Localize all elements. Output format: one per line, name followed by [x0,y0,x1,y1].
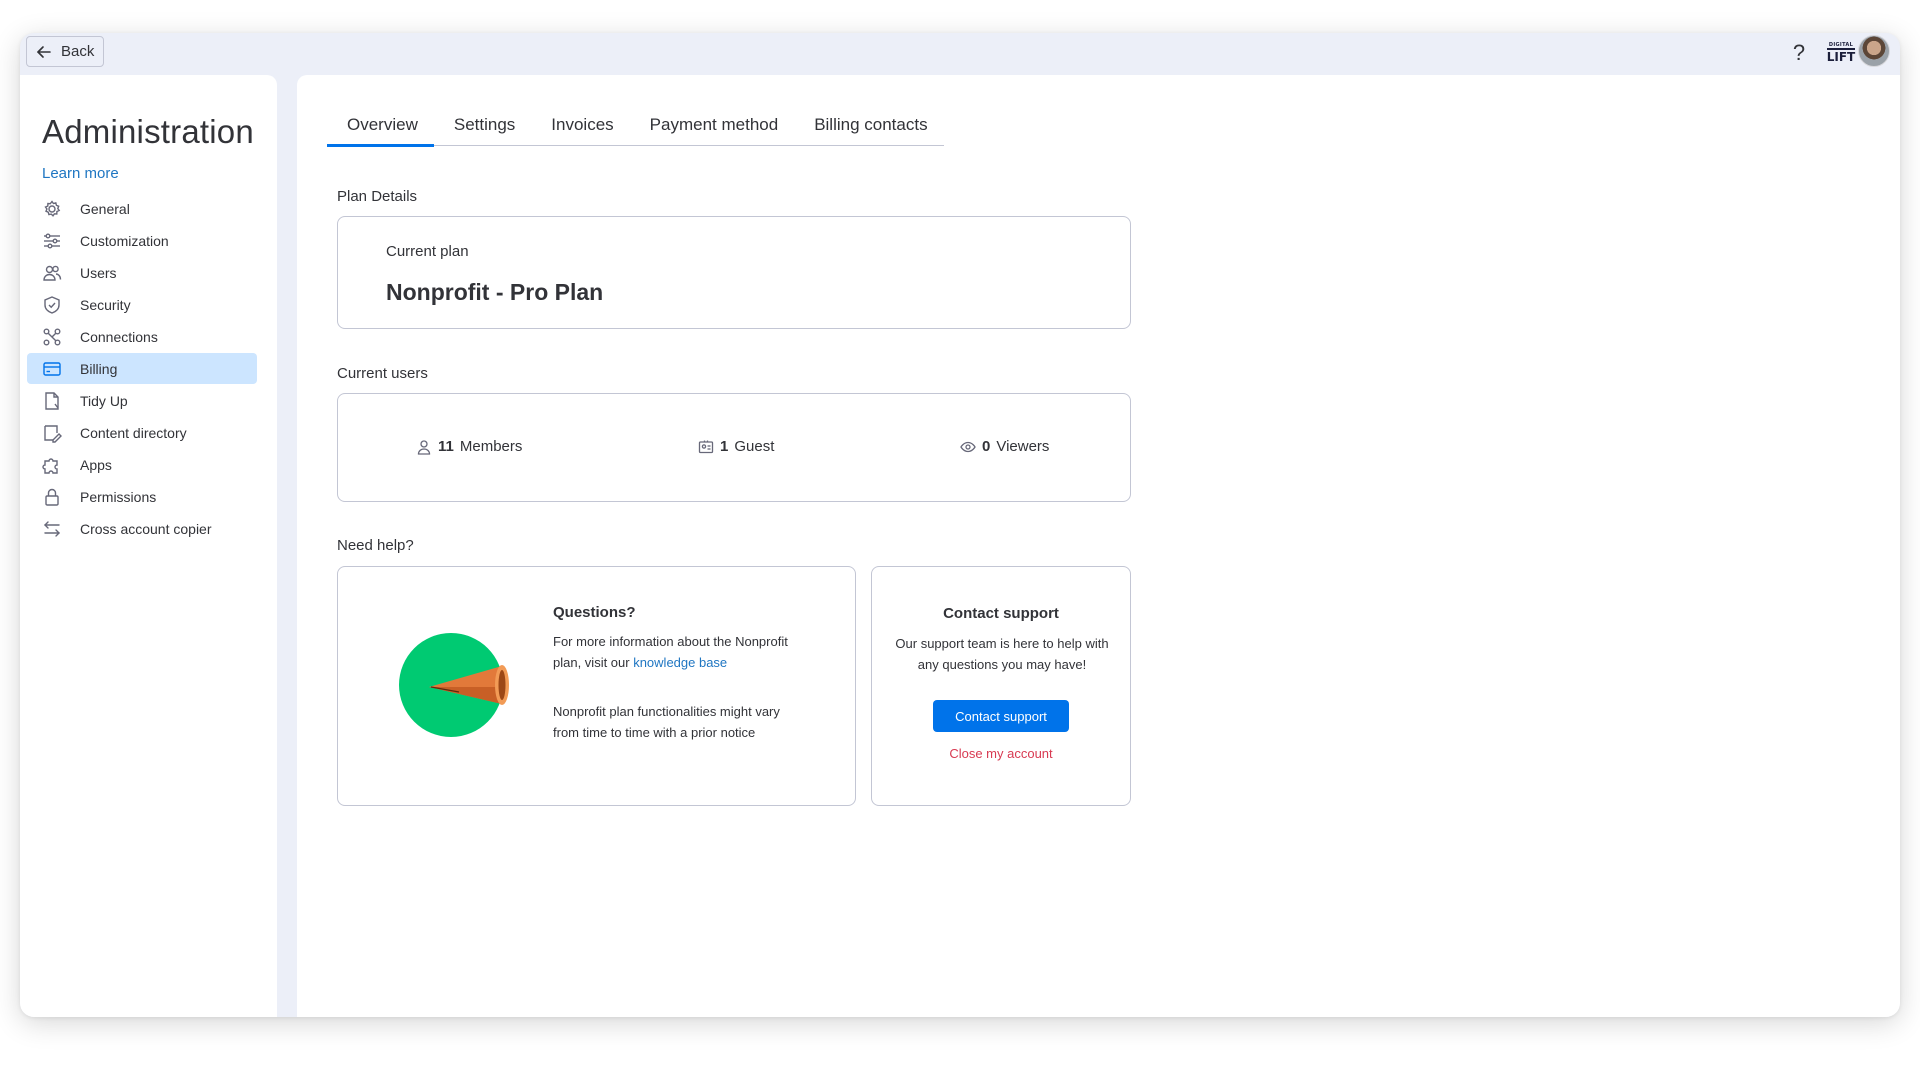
sidebar-item-label: Users [80,264,117,281]
sidebar-item-cross-account-copier[interactable]: Cross account copier [27,513,257,544]
tab-payment-method[interactable]: Payment method [630,115,795,145]
tidy-up-icon [45,391,59,410]
questions-card: Questions? For more information about th… [337,566,856,806]
content-directory-icon [44,424,62,443]
sidebar-item-users[interactable]: Users [27,257,257,288]
back-button[interactable]: Back [26,36,105,67]
eye-icon [960,441,976,452]
questions-title: Questions? [553,604,636,621]
gear-icon [44,199,61,217]
members-label: Members [459,438,523,455]
sidebar-title: Administration [42,113,254,150]
plan-details-heading: Plan Details [337,188,418,205]
sidebar-item-label: Apps [80,456,112,473]
billing-main: Overview Settings Invoices Payment metho… [297,75,1900,1017]
sidebar-item-connections[interactable]: Connections [27,321,257,352]
plan-name: Nonprofit - Pro Plan [386,279,604,305]
sidebar-item-label: Tidy Up [80,392,128,409]
sidebar-item-label: Customization [80,232,169,249]
guest-count: 1 [720,438,729,455]
help-icon[interactable]: ? [1786,38,1812,68]
tab-billing-contacts[interactable]: Billing contacts [794,115,943,145]
puzzle-icon [42,457,58,474]
close-account-link[interactable]: Close my account [872,746,1130,761]
shield-icon [44,295,60,314]
viewers-count: 0 [982,438,991,455]
tab-overview[interactable]: Overview [327,115,434,147]
top-bar: Back ? DIGITAL LIFT [20,33,1900,75]
current-users-card: 11 Members 1 Guest 0 Viewers [337,393,1131,502]
arrow-left-icon [37,45,51,58]
members-stat: 11 Members [416,438,522,455]
sidebar-item-label: Cross account copier [80,520,212,537]
sliders-icon [44,233,60,248]
connections-icon [43,328,61,345]
sidebar-item-billing[interactable]: Billing [27,353,257,384]
guest-label: Guest [734,438,775,455]
knowledge-base-link[interactable]: knowledge base [633,655,727,670]
account-logo[interactable]: DIGITAL LIFT [1826,39,1856,67]
user-avatar[interactable] [1858,35,1890,67]
questions-note: Nonprofit plan functionalities might var… [553,704,780,740]
current-users-heading: Current users [337,365,428,382]
lock-icon [45,488,59,506]
tab-settings[interactable]: Settings [434,115,531,145]
megaphone-illustration [399,633,509,737]
guest-badge-icon [698,440,714,453]
users-icon [43,265,62,281]
need-help-heading: Need help? [337,537,414,554]
viewers-label: Viewers [996,438,1050,455]
admin-nav: General Customization Users Security Con… [27,193,277,545]
sidebar-item-label: Connections [80,328,158,345]
sidebar-item-label: Billing [80,360,118,377]
sidebar-item-label: Content directory [80,424,187,441]
members-count: 11 [438,438,454,455]
swap-arrows-icon [44,520,60,537]
sidebar-item-tidy-up[interactable]: Tidy Up [27,385,257,416]
current-plan-label: Current plan [386,243,469,260]
learn-more-link[interactable]: Learn more [42,165,119,182]
viewers-stat: 0 Viewers [960,438,1049,455]
contact-support-title: Contact support [943,605,1059,622]
questions-info: For more information about the Nonprofit… [553,631,788,673]
app-window: Back ? DIGITAL LIFT Administration Learn… [20,33,1900,1017]
logo-big-text: LIFT [1826,48,1856,64]
sidebar-item-permissions[interactable]: Permissions [27,481,257,512]
contact-support-card: Contact support Our support team is here… [871,566,1131,806]
contact-support-button[interactable]: Contact support [933,700,1069,732]
sidebar-item-general[interactable]: General [27,193,257,224]
sidebar-item-content-directory[interactable]: Content directory [27,417,257,448]
tab-invoices[interactable]: Invoices [531,115,629,145]
back-button-label: Back [61,43,95,60]
sidebar-item-security[interactable]: Security [27,289,257,320]
sidebar-item-apps[interactable]: Apps [27,449,257,480]
sidebar-item-label: General [80,200,130,217]
sidebar-item-label: Security [80,296,131,313]
contact-support-text: Our support team is here to help with an… [895,636,1109,672]
guest-stat: 1 Guest [698,438,774,455]
admin-sidebar: Administration Learn more General Custom… [20,75,277,1017]
plan-details-card: Current plan Nonprofit - Pro Plan [337,216,1131,329]
sidebar-item-label: Permissions [80,488,157,505]
billing-tabs: Overview Settings Invoices Payment metho… [327,115,944,147]
person-icon [417,439,431,455]
credit-card-icon [43,361,61,376]
sidebar-item-customization[interactable]: Customization [27,225,257,256]
